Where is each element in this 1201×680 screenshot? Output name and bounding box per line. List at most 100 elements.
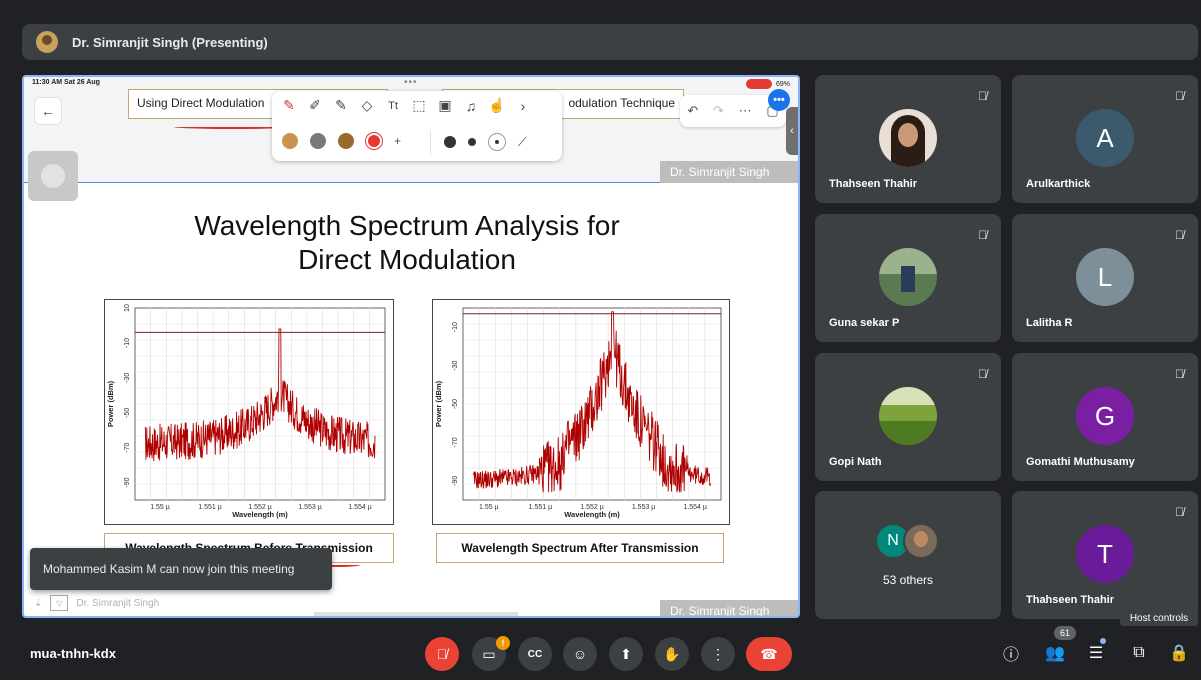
participant-tile[interactable]: 🎙̸ Gopi Nath <box>815 353 1001 481</box>
slide-title-line2: Direct Modulation <box>298 244 516 275</box>
x-tick-label: 1.551 µ <box>198 504 222 511</box>
others-tile[interactable]: N 53 others <box>815 491 1001 619</box>
size-large[interactable] <box>444 136 456 148</box>
avatar <box>879 248 937 306</box>
spectrum-plot-after: -10 -30 -50 -70 -90 1.55 µ 1.551 µ 1.552 µ 1.553… <box>432 299 730 525</box>
participant-tile[interactable]: 🎙̸ T Thahseen Thahir <box>1012 491 1198 619</box>
chat-icon[interactable]: ☰ <box>1083 640 1109 666</box>
x-tick-label: 1.553 µ <box>632 504 656 511</box>
participant-tile[interactable]: 🎙̸ A Arulkarthick <box>1012 75 1198 203</box>
chevron-right-icon[interactable]: › <box>514 98 532 114</box>
mic-off-icon: 🎙̸ <box>1175 505 1184 519</box>
hand-icon[interactable]: ☝ <box>488 97 506 114</box>
spectrum-plot-before: 10 -10 -30 -50 -70 -90 1.55 µ 1.551 µ 1.552 µ 1.5… <box>104 299 394 525</box>
mic-toggle-button[interactable]: 🎙̸ <box>425 637 459 671</box>
size-medium[interactable] <box>468 138 476 146</box>
people-icon[interactable]: 👥 <box>1042 640 1068 666</box>
assistive-touch-button[interactable] <box>28 151 78 201</box>
expand-icon[interactable]: ▽ <box>50 595 69 611</box>
side-panel-handle[interactable]: ‹ <box>786 107 798 155</box>
highlighter-icon[interactable]: ✎ <box>332 97 350 114</box>
pin-icon[interactable]: ⇣ <box>34 598 42 609</box>
meeting-code: mua-tnhn-kdx <box>30 646 116 661</box>
participant-name: Guna sekar P <box>829 317 900 329</box>
mic-icon[interactable]: ♫ <box>462 98 480 114</box>
raise-hand-button[interactable]: ✋ <box>655 637 689 671</box>
avatar: G <box>1076 387 1134 445</box>
present-button[interactable]: ⬆ <box>609 637 643 671</box>
y-tick-label: 10 <box>124 304 131 312</box>
x-tick-label: 1.55 µ <box>150 504 170 511</box>
color-swatch-red[interactable] <box>366 133 382 149</box>
people-count-badge: 61 <box>1054 626 1076 640</box>
eraser-icon[interactable]: ◇ <box>358 97 376 114</box>
participant-name: Arulkarthick <box>1026 178 1091 190</box>
scroll-indicator[interactable] <box>314 612 518 616</box>
presentation-stage[interactable]: 11:30 AM Sat 26 Aug 69% ••• ← Using Dire… <box>22 75 800 618</box>
avatar: A <box>1076 109 1134 167</box>
mic-off-icon: 🎙̸ <box>1175 228 1184 242</box>
lasso-icon[interactable]: ⬚ <box>410 97 428 114</box>
participant-tile[interactable]: 🎙̸ L Lalitha R <box>1012 214 1198 342</box>
more-options-button[interactable]: ⋮ <box>701 637 735 671</box>
x-tick-label: 1.554 µ <box>683 504 707 511</box>
dots-icon: ••• <box>404 77 418 88</box>
slide-bottom-bar: ⇣ ▽ Dr. Simranjit Singh <box>34 595 159 611</box>
add-color-icon[interactable]: + <box>394 134 401 148</box>
more-options-icon[interactable]: ⋯ <box>739 103 752 119</box>
host-controls-icon[interactable]: 🔒 <box>1166 640 1192 666</box>
participant-tile[interactable]: 🎙̸ Thahseen Thahir <box>815 75 1001 203</box>
leave-call-button[interactable]: ☎ <box>746 637 792 671</box>
chat-notification-dot <box>1100 638 1106 644</box>
camera-alert-icon: ! <box>496 636 510 650</box>
mic-off-icon: 🎙̸ <box>978 367 987 381</box>
pen-icon[interactable]: ✎ <box>280 97 298 114</box>
image-icon[interactable]: ▣ <box>436 97 454 114</box>
avatar <box>879 387 937 445</box>
avatar: L <box>1076 248 1134 306</box>
x-axis-label: Wavelength (m) <box>232 510 288 519</box>
y-tick-label: -90 <box>452 476 459 486</box>
join-notification-text: Mohammed Kasim M can now join this meeti… <box>43 562 295 576</box>
pen-toolbar: ✎ ✐ ✎ ◇ Tt ⬚ ▣ ♫ ☝ › + ⟋ <box>272 91 562 161</box>
mic-off-icon: 🎙̸ <box>978 228 987 242</box>
spectrum-chart-before: 10-10-30-50-70-901.55 µ 1.551 µ 1.552 µ 1.5… <box>106 304 386 519</box>
slide-title-line1: Wavelength Spectrum Analysis for <box>194 210 620 241</box>
color-swatch-tan[interactable] <box>282 133 298 149</box>
color-swatch-brown[interactable] <box>338 133 354 149</box>
mic-off-icon: 🎙̸ <box>1175 89 1184 103</box>
others-avatars: N <box>875 523 939 559</box>
participant-name: Thahseen Thahir <box>1026 594 1115 606</box>
emoji-button[interactable]: ☺ <box>563 637 597 671</box>
y-tick-label: -30 <box>452 360 459 370</box>
x-tick-label: 1.551 µ <box>529 504 553 511</box>
back-button[interactable]: ← <box>34 97 62 125</box>
y-axis-label: Power (dBm) <box>106 380 115 427</box>
x-axis-label: Wavelength (m) <box>564 510 620 519</box>
caption-after: Wavelength Spectrum After Transmission <box>436 533 724 563</box>
y-tick-label: -50 <box>452 399 459 409</box>
stroke-style-icon[interactable]: ⟋ <box>518 135 526 150</box>
participant-tile[interactable]: 🎙̸ Guna sekar P <box>815 214 1001 342</box>
more-menu-button[interactable]: ••• <box>768 89 790 111</box>
participant-tile[interactable]: 🎙̸ G Gomathi Muthusamy <box>1012 353 1198 481</box>
text-tool-icon[interactable]: Tt <box>384 100 402 112</box>
watermark-top: Dr. Simranjit Singh <box>660 161 798 183</box>
participant-name: Gopi Nath <box>829 456 882 468</box>
size-small[interactable] <box>488 133 506 151</box>
redo-icon[interactable]: ↷ <box>713 103 724 119</box>
y-tick-label: -90 <box>124 477 131 487</box>
ipad-status-time: 11:30 AM Sat 26 Aug <box>32 79 100 86</box>
y-tick-label: -30 <box>124 373 131 383</box>
presenter-avatar <box>36 31 58 53</box>
ipad-status-icons: 69% <box>745 79 790 89</box>
activities-icon[interactable]: ⧉ <box>1126 640 1152 666</box>
color-swatch-grey[interactable] <box>310 133 326 149</box>
join-notification: Mohammed Kasim M can now join this meeti… <box>30 548 332 590</box>
captions-button[interactable]: CC <box>518 637 552 671</box>
marker-icon[interactable]: ✐ <box>306 97 324 114</box>
meeting-info-icon[interactable]: ⓘ <box>998 640 1024 666</box>
host-controls-tooltip: Host controls <box>1120 610 1198 626</box>
undo-icon[interactable]: ↶ <box>687 103 698 119</box>
participant-name: Lalitha R <box>1026 317 1073 329</box>
